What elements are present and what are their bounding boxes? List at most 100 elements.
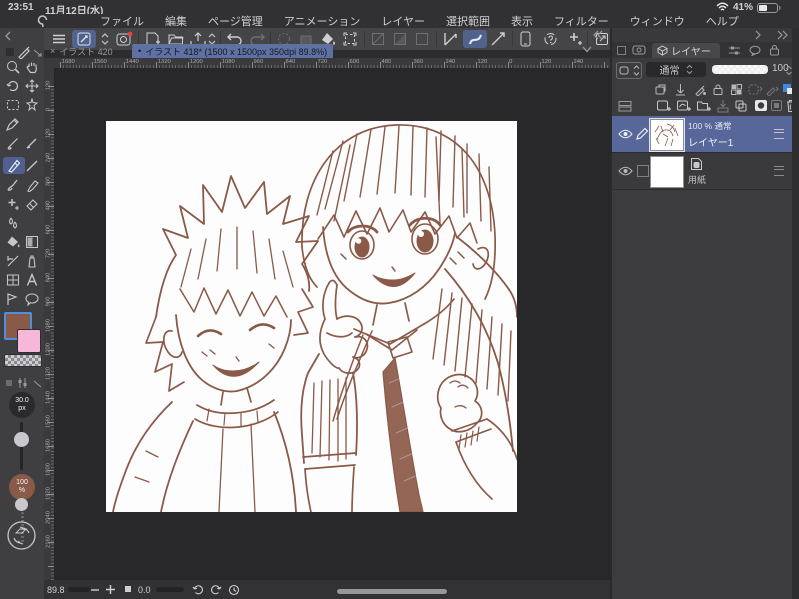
layer-row-layer1[interactable]: 100 % 通常 レイヤー1 (612, 116, 792, 153)
tool-rotate-view-icon[interactable] (6, 79, 20, 93)
tool-select-icon[interactable] (6, 98, 20, 112)
lock-transparent-icon[interactable] (730, 83, 743, 96)
tool-balloon-icon[interactable] (25, 292, 39, 306)
tool-fill-icon[interactable] (6, 235, 20, 249)
layer-name[interactable]: 用紙 (688, 173, 706, 186)
brush-size-slider-knob[interactable] (14, 432, 29, 447)
tool-pencil-icon[interactable] (25, 136, 39, 150)
tool-marker-icon[interactable] (25, 178, 39, 192)
rotate-ccw-icon[interactable] (192, 584, 204, 596)
tool-text-icon[interactable] (25, 273, 39, 287)
clip-to-layer-icon[interactable] (654, 83, 667, 96)
tool-move-icon[interactable] (25, 79, 39, 93)
tool-pan-icon[interactable] (25, 60, 39, 74)
command-bar-overflow-icon[interactable] (582, 46, 592, 53)
tab-balloon-icon[interactable] (749, 45, 761, 56)
tone-layer-icon[interactable] (393, 32, 407, 46)
menu-selection[interactable]: 選択範囲 (446, 13, 490, 29)
layer-thumbnail[interactable] (650, 156, 684, 188)
tab-lock-icon[interactable] (769, 44, 780, 56)
tool-brush-icon[interactable] (6, 178, 20, 192)
add-command-icon[interactable] (568, 32, 584, 46)
flip-rotate-canvas-button[interactable] (6, 520, 37, 551)
collapse-right-panel-icon[interactable] (592, 29, 604, 41)
palette-list-mode-icon[interactable] (618, 100, 632, 112)
menu-file[interactable]: ファイル (100, 13, 144, 29)
canvas-viewport[interactable] (54, 68, 610, 580)
crop-canvas-icon[interactable] (343, 32, 357, 46)
new-vector-layer-icon[interactable] (676, 99, 691, 113)
tool-add-subtool-icon[interactable] (6, 197, 20, 211)
tab-layer-property-icon[interactable] (728, 45, 741, 56)
tool-eraser-icon[interactable] (25, 197, 39, 211)
menu-filter[interactable]: フィルター (554, 13, 609, 29)
brush-size-display[interactable]: 30.0 px (9, 392, 35, 418)
reference-layer-icon[interactable] (694, 83, 707, 96)
tab-illust-420[interactable]: × イラスト 420 (46, 44, 130, 58)
snap-special-ruler-icon[interactable] (468, 32, 483, 46)
tab-label[interactable]: イラスト 420 (59, 45, 112, 58)
palette-mini-chip[interactable] (617, 46, 626, 55)
select-source-icon[interactable] (748, 83, 764, 96)
collapse-left-panel-icon[interactable] (3, 31, 13, 41)
rotate-cw-icon[interactable] (210, 584, 222, 596)
property-menu-icon[interactable] (5, 379, 13, 387)
fit-to-screen-icon[interactable] (125, 586, 131, 592)
menu-layer[interactable]: レイヤー (381, 13, 425, 29)
layer-name[interactable]: レイヤー1 (688, 134, 733, 149)
lock-layer-icon[interactable] (712, 83, 724, 96)
layer-row-paper[interactable]: 用紙 (612, 153, 792, 190)
apply-mask-icon[interactable] (770, 99, 783, 112)
tool-fountain-pen-icon[interactable] (6, 136, 20, 150)
zoom-slider[interactable] (68, 587, 90, 592)
tool-airbrush-icon[interactable] (25, 254, 39, 268)
property-sliders-icon[interactable] (17, 377, 28, 389)
palette-shape-selector[interactable] (616, 62, 642, 79)
home-indicator[interactable] (337, 589, 447, 594)
current-tool-chip[interactable] (6, 48, 14, 56)
tool-gradient-icon[interactable] (25, 235, 39, 249)
palm-rejection-icon[interactable] (520, 31, 531, 47)
layer-menu-icon[interactable] (774, 166, 784, 176)
clear-icon[interactable] (415, 32, 429, 46)
blend-mode-dropdown[interactable]: 通常 (646, 62, 706, 77)
tab-illust-418[interactable]: • イラスト 418* (1500 x 1500px 350dpi 89.8%) (132, 44, 334, 58)
dock-expand-icon[interactable] (776, 30, 788, 40)
tab-layer-palette[interactable]: レイヤー (652, 43, 720, 58)
property-options-icon[interactable] (33, 380, 42, 388)
layer-visible-icon[interactable] (618, 129, 633, 139)
menu-animation[interactable]: アニメーション (284, 13, 361, 29)
opacity-display[interactable]: 100 % (9, 474, 35, 500)
menu-help[interactable]: ヘルプ (706, 13, 739, 29)
transfer-down-icon[interactable] (716, 99, 730, 113)
gesture-help-icon[interactable] (543, 32, 558, 46)
tool-line-icon[interactable] (25, 159, 39, 173)
tool-eyedropper-icon[interactable] (6, 117, 20, 131)
snap-guide-icon[interactable] (491, 32, 506, 46)
tool-frame-border-icon[interactable] (6, 273, 20, 287)
flip-canvas-icon[interactable] (371, 32, 385, 46)
palette-dock-edge[interactable] (792, 28, 799, 599)
merge-down-icon[interactable] (734, 99, 748, 113)
sub-color-swatch[interactable] (17, 329, 41, 353)
tool-pen-icon[interactable] (7, 159, 21, 173)
tool-auto-select-icon[interactable] (25, 98, 39, 112)
reset-view-icon[interactable] (228, 584, 240, 596)
new-folder-icon[interactable] (696, 99, 711, 113)
zoom-out-icon[interactable] (90, 588, 100, 592)
alpha-lock-icon[interactable] (674, 83, 687, 96)
snap-ruler-icon[interactable] (443, 32, 458, 46)
subtool-options-icon[interactable] (33, 49, 42, 57)
opacity-slider-knob[interactable] (15, 498, 28, 511)
tab-label[interactable]: イラスト 418* (1500 x 1500px 350dpi 89.8%) (145, 45, 327, 58)
draft-layer-icon[interactable] (766, 83, 780, 96)
layer-visible-icon[interactable] (618, 166, 633, 176)
tool-figure-icon[interactable] (6, 254, 20, 268)
subtool-pen-icon[interactable] (17, 45, 31, 59)
dock-next-icon[interactable] (754, 30, 762, 40)
clip-studio-logo-icon[interactable] (36, 15, 49, 28)
zoom-in-icon[interactable] (105, 584, 116, 595)
layer-thumbnail[interactable] (649, 118, 685, 152)
layer-mask-icon[interactable] (754, 99, 768, 112)
layer-opacity-slider[interactable] (712, 65, 768, 74)
